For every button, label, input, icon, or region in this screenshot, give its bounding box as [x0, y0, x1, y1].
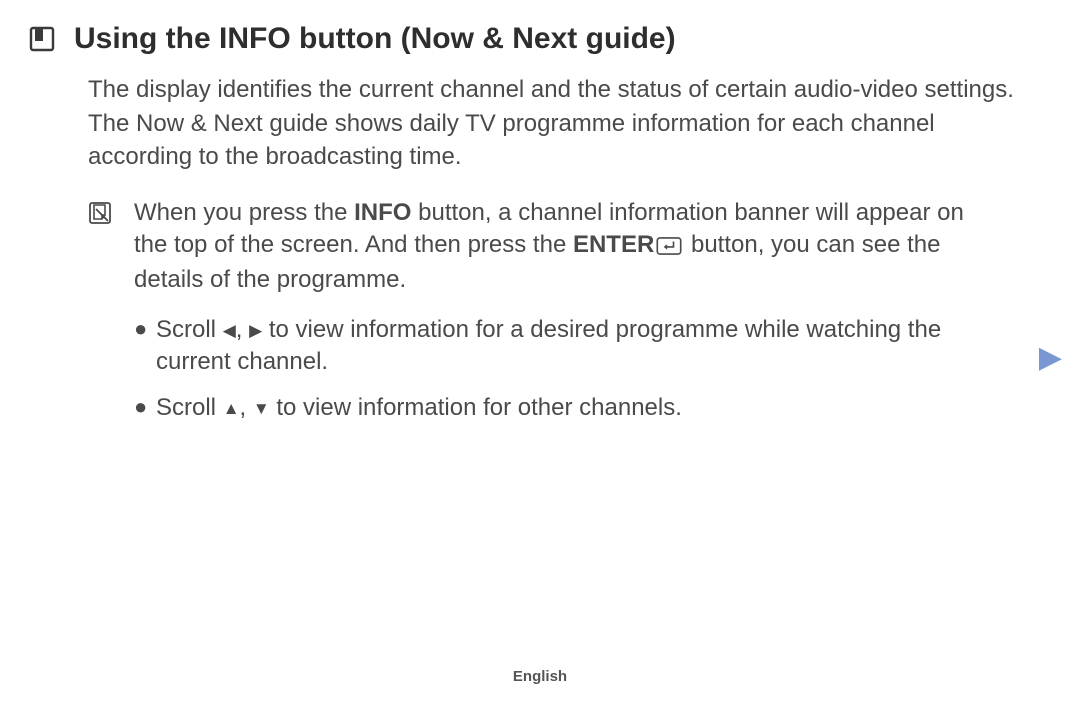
- section-body: The display identifies the current chann…: [28, 74, 1052, 438]
- note-pre: When you press the: [134, 199, 354, 226]
- enter-key-icon: [656, 232, 682, 264]
- left-arrow-icon: ◀: [223, 320, 236, 343]
- comma: ,: [236, 316, 249, 343]
- bullet-icon: ●: [134, 314, 156, 378]
- info-button-label: INFO: [354, 199, 411, 226]
- bullet-1-text: Scroll ◀, ▶ to view information for a de…: [156, 314, 942, 378]
- enter-button-label: ENTER: [573, 231, 654, 258]
- list-item: ● Scroll ◀, ▶ to view information for a …: [134, 314, 1002, 378]
- bullet-icon: ●: [134, 392, 156, 424]
- paragraph-2: The Now & Next guide shows daily TV prog…: [88, 108, 1032, 173]
- bullet-2-text: Scroll ▲, ▼ to view information for othe…: [156, 392, 942, 424]
- footer-language: English: [0, 668, 1080, 685]
- section-header: Using the INFO button (Now & Next guide): [28, 22, 1052, 56]
- bullet-list: ● Scroll ◀, ▶ to view information for a …: [134, 314, 1002, 424]
- bookmark-icon: [28, 25, 56, 53]
- next-page-button[interactable]: ▶: [1039, 340, 1062, 375]
- paragraph-1: The display identifies the current chann…: [88, 74, 1032, 106]
- b2-post: to view information for other channels.: [270, 394, 682, 421]
- note-block: When you press the INFO button, a channe…: [88, 197, 1032, 437]
- section-title: Using the INFO button (Now & Next guide): [74, 22, 676, 56]
- comma: ,: [240, 394, 253, 421]
- down-arrow-icon: ▼: [253, 398, 270, 421]
- manual-page: Using the INFO button (Now & Next guide)…: [0, 0, 1080, 705]
- up-arrow-icon: ▲: [223, 398, 240, 421]
- b1-pre: Scroll: [156, 316, 223, 343]
- note-icon: [88, 201, 112, 225]
- right-arrow-icon: ▶: [249, 320, 262, 343]
- b1-post: to view information for a desired progra…: [156, 316, 941, 375]
- b2-pre: Scroll: [156, 394, 223, 421]
- list-item: ● Scroll ▲, ▼ to view information for ot…: [134, 392, 1002, 424]
- note-text: When you press the INFO button, a channe…: [134, 197, 1002, 437]
